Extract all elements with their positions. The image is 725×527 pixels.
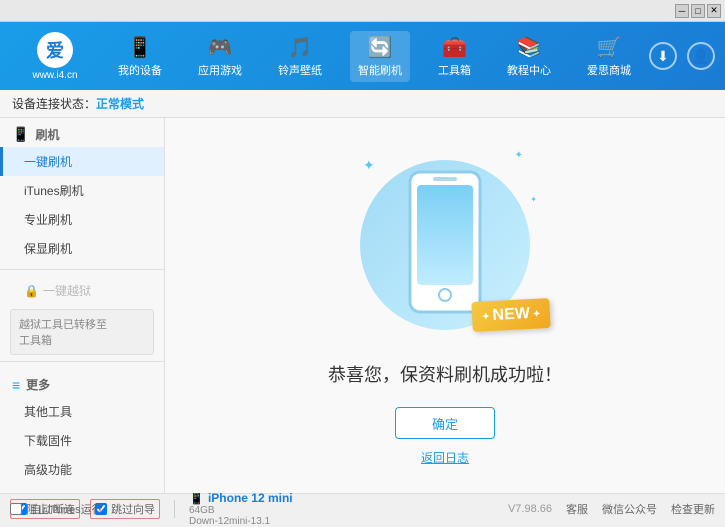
logo-url: www.i4.cn <box>32 70 77 81</box>
download-button[interactable]: ⬇ <box>649 42 677 70</box>
device-firmware: Down-12mini-13.1 <box>189 516 293 527</box>
content-area: ✦ ✦ ✦ ✦ NEW ✦ <box>165 118 725 493</box>
status-prefix: 设备连接状态： <box>12 95 96 112</box>
maximize-btn[interactable]: □ <box>691 4 705 18</box>
my-device-icon: 📱 <box>128 35 153 60</box>
more-section-icon: ≡ <box>12 377 20 393</box>
more-section-label: 更多 <box>26 376 50 393</box>
header-right: ⬇ 👤 <box>649 42 715 70</box>
shop-label: 爱思商城 <box>587 62 631 78</box>
confirm-button[interactable]: 确定 <box>395 407 495 439</box>
check-update-link[interactable]: 检查更新 <box>671 501 715 517</box>
nav-bar: 📱 我的设备 🎮 应用游戏 🎵 铃声壁纸 🔄 智能刷机 🧰 工具箱 📚 教程中心… <box>100 31 649 82</box>
nav-my-device[interactable]: 📱 我的设备 <box>110 31 170 82</box>
customer-service-link[interactable]: 客服 <box>566 501 588 517</box>
tutorial-label: 教程中心 <box>507 62 551 78</box>
status-value: 正常模式 <box>96 95 144 112</box>
rescue-note-box: 越狱工具已转移至工具箱 <box>10 309 154 355</box>
sidebar-item-one-key-flash[interactable]: 一键刷机 <box>0 147 164 176</box>
sidebar-section-rescue: 🔒 一键越狱 <box>0 276 164 305</box>
nav-tutorial[interactable]: 📚 教程中心 <box>499 31 559 82</box>
tutorial-icon: 📚 <box>517 35 542 60</box>
stop-itunes-label: 阻止iTunes运行 <box>26 501 103 517</box>
sidebar-item-save-flash[interactable]: 保显刷机 <box>0 234 164 263</box>
phone-illustration: ✦ ✦ ✦ ✦ NEW ✦ <box>345 145 545 345</box>
device-info: 📱 iPhone 12 mini 64GB Down-12mini-13.1 <box>189 491 293 527</box>
download-firmware-label: 下载固件 <box>24 434 72 448</box>
bottom-bar: 自动断连 跳过向导 📱 iPhone 12 mini 64GB Down-12m… <box>0 493 725 523</box>
smart-flash-label: 智能刷机 <box>358 62 402 78</box>
toolbox-label: 工具箱 <box>438 62 471 78</box>
apps-games-label: 应用游戏 <box>198 62 242 78</box>
shop-icon: 🛒 <box>597 35 622 60</box>
advanced-label: 高级功能 <box>24 463 72 477</box>
device-storage: 64GB <box>189 505 293 516</box>
save-flash-label: 保显刷机 <box>24 242 72 256</box>
itunes-flash-label: iTunes刷机 <box>24 184 84 198</box>
sidebar-section-more: ≡ 更多 <box>0 368 164 397</box>
stop-itunes-checkbox[interactable] <box>10 503 22 515</box>
smart-flash-icon: 🔄 <box>368 35 393 60</box>
new-badge: ✦ NEW ✦ <box>471 298 551 332</box>
sparkle-top-right: ✦ <box>515 150 523 161</box>
success-message: 恭喜您，保资料刷机成功啦！ <box>328 361 562 387</box>
my-device-label: 我的设备 <box>118 62 162 78</box>
sparkle-top-left: ✦ <box>363 157 375 174</box>
window-controls[interactable]: ─ □ ✕ <box>675 4 721 18</box>
stop-itunes-group[interactable]: 阻止iTunes运行 <box>10 501 103 517</box>
nav-ringtones[interactable]: 🎵 铃声壁纸 <box>270 31 330 82</box>
flash-section-icon: 📱 <box>12 126 29 143</box>
sidebar-item-advanced[interactable]: 高级功能 <box>0 455 164 484</box>
nav-smart-flash[interactable]: 🔄 智能刷机 <box>350 31 410 82</box>
pro-flash-label: 专业刷机 <box>24 213 72 227</box>
divider-1 <box>0 269 164 270</box>
sidebar-item-itunes-flash[interactable]: iTunes刷机 <box>0 176 164 205</box>
divider-bottom <box>174 500 175 518</box>
bottom-right: V7.98.66 客服 微信公众号 检查更新 <box>508 501 715 517</box>
phone-svg <box>405 167 485 317</box>
sidebar-item-download-firmware[interactable]: 下载固件 <box>0 426 164 455</box>
ringtones-label: 铃声壁纸 <box>278 62 322 78</box>
other-tools-label: 其他工具 <box>24 405 72 419</box>
status-bar: 设备连接状态： 正常模式 <box>0 90 725 118</box>
one-key-flash-label: 一键刷机 <box>24 155 72 169</box>
logo-area: 爱 www.i4.cn <box>10 32 100 81</box>
minimize-btn[interactable]: ─ <box>675 4 689 18</box>
nav-apps-games[interactable]: 🎮 应用游戏 <box>190 31 250 82</box>
nav-toolbox[interactable]: 🧰 工具箱 <box>430 31 479 82</box>
toolbox-icon: 🧰 <box>442 35 467 60</box>
wechat-link[interactable]: 微信公众号 <box>602 501 657 517</box>
sparkle-right: ✦ <box>530 195 537 204</box>
divider-2 <box>0 361 164 362</box>
flash-section-label: 刷机 <box>35 126 59 143</box>
again-link[interactable]: 返回日志 <box>421 449 469 466</box>
main-layout: 📱 刷机 一键刷机 iTunes刷机 专业刷机 保显刷机 🔒 一键越狱 越狱工具… <box>0 118 725 493</box>
ringtones-icon: 🎵 <box>288 35 313 60</box>
header: 爱 www.i4.cn 📱 我的设备 🎮 应用游戏 🎵 铃声壁纸 🔄 智能刷机 … <box>0 22 725 90</box>
new-badge-star-right: ✦ <box>532 308 540 319</box>
new-badge-text: NEW <box>492 305 530 325</box>
logo-icon: 爱 <box>37 32 73 68</box>
version-label: V7.98.66 <box>508 503 552 515</box>
sidebar: 📱 刷机 一键刷机 iTunes刷机 专业刷机 保显刷机 🔒 一键越狱 越狱工具… <box>0 118 165 493</box>
user-button[interactable]: 👤 <box>687 42 715 70</box>
sidebar-item-other-tools[interactable]: 其他工具 <box>0 397 164 426</box>
sidebar-item-pro-flash[interactable]: 专业刷机 <box>0 205 164 234</box>
lock-icon: 🔒 <box>24 284 39 298</box>
close-btn[interactable]: ✕ <box>707 4 721 18</box>
rescue-note: 越狱工具已转移至工具箱 <box>19 319 107 347</box>
apps-games-icon: 🎮 <box>208 35 233 60</box>
rescue-label: 一键越狱 <box>43 282 91 299</box>
new-badge-star-left: ✦ <box>481 311 489 322</box>
skip-wizard-label: 跳过向导 <box>111 501 155 517</box>
nav-shop[interactable]: 🛒 爱思商城 <box>579 31 639 82</box>
title-bar: ─ □ ✕ <box>0 0 725 22</box>
sidebar-section-flash: 📱 刷机 <box>0 118 164 147</box>
